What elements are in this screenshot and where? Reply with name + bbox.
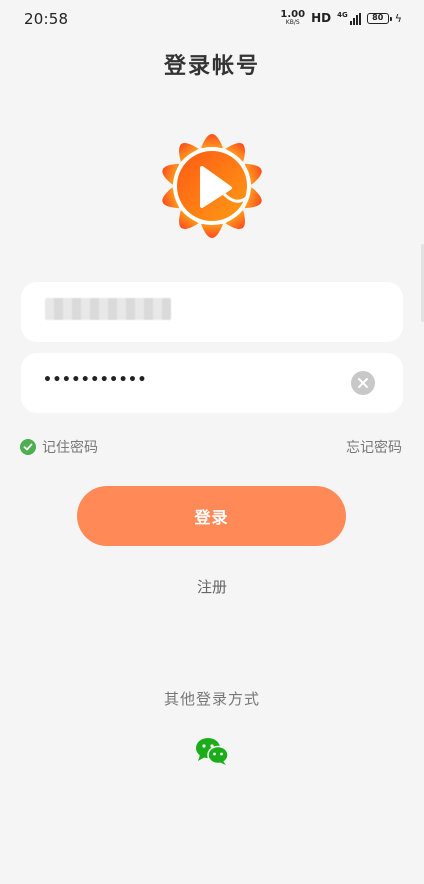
password-value[interactable]: •••••••••••	[43, 372, 147, 388]
network-speed-unit: KB/S	[285, 19, 300, 26]
network-speed: 1.00 KB/S	[280, 10, 305, 26]
other-login-label: 其他登录方式	[163, 690, 260, 708]
sunflower-play-logo	[150, 124, 274, 248]
login-button[interactable]: 登录	[77, 486, 346, 546]
hd-indicator: HD	[311, 11, 332, 25]
check-circle-icon	[20, 439, 36, 455]
charging-icon: ϟ	[394, 11, 402, 25]
battery-level: 80	[372, 13, 384, 22]
signal-label: 4G	[337, 11, 348, 19]
forgot-password-link[interactable]: 忘记密码	[346, 437, 402, 457]
remember-password-checkbox[interactable]: 记住密码	[20, 437, 98, 457]
status-time: 20:58	[24, 10, 69, 28]
username-value-redacted	[45, 298, 171, 320]
signal-icon: 4G	[337, 11, 361, 25]
status-icons: 1.00 KB/S HD 4G 80 ϟ	[280, 10, 402, 26]
status-bar: 20:58 1.00 KB/S HD 4G 80 ϟ	[0, 0, 424, 38]
wechat-icon[interactable]	[195, 736, 229, 766]
clear-icon[interactable]	[351, 371, 375, 395]
username-field[interactable]	[21, 282, 403, 342]
login-screen: 20:58 1.00 KB/S HD 4G 80 ϟ 登录帐号 ••••••••…	[0, 0, 424, 884]
battery-icon: 80	[366, 12, 392, 24]
remember-password-label: 记住密码	[42, 440, 98, 456]
password-field[interactable]: •••••••••••	[21, 353, 403, 413]
page-title: 登录帐号	[163, 54, 260, 79]
register-link[interactable]: 注册	[0, 576, 424, 597]
